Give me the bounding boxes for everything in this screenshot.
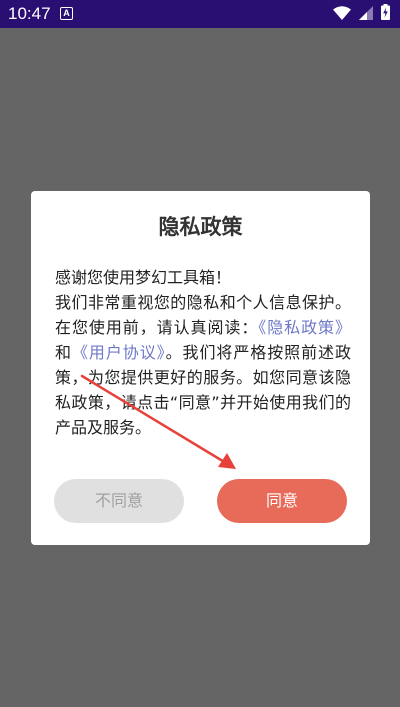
notification-a-icon: A (60, 7, 73, 20)
status-time: 10:47 (8, 4, 51, 23)
screen: 10:47 A 隐私政策 感谢您使用梦幻工具箱！ 我们非常重视您的隐私和个人信息… (0, 0, 400, 707)
status-bar: 10:47 A (0, 0, 400, 28)
user-agreement-link[interactable]: 《用户协议》 (72, 343, 166, 362)
dialog-title: 隐私政策 (158, 215, 243, 239)
wifi-icon (333, 5, 351, 24)
disagree-button[interactable]: 不同意 (54, 479, 184, 523)
signal-icon (359, 5, 373, 24)
agree-button[interactable]: 同意 (217, 479, 347, 523)
status-icons (333, 4, 390, 24)
privacy-dialog: 隐私政策 感谢您使用梦幻工具箱！ 我们非常重视您的隐私和个人信息保护。在您使用前… (31, 191, 370, 545)
privacy-policy-link[interactable]: 《隐私政策》 (258, 318, 351, 337)
battery-charging-icon (381, 4, 390, 24)
dialog-body: 感谢您使用梦幻工具箱！ 我们非常重视您的隐私和个人信息保护。在您使用前，请认真阅… (55, 265, 351, 440)
greeting-text: 感谢您使用梦幻工具箱！ (55, 268, 232, 287)
policy-paragraph: 我们非常重视您的隐私和个人信息保护。在您使用前，请认真阅读：《隐私政策》和《用户… (55, 290, 351, 440)
conjunction-text: 和 (55, 343, 72, 362)
